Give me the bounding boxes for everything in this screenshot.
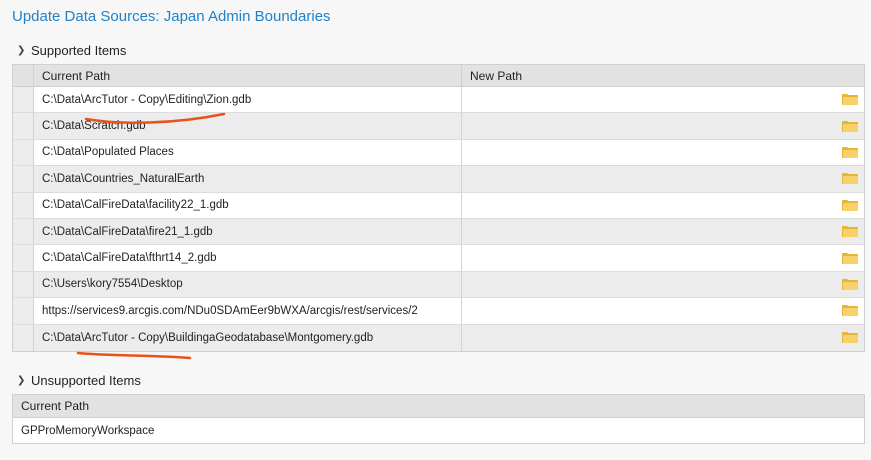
current-path-cell: C:\Data\Populated Places [34,139,462,166]
unsupported-table-header: Current Path [13,395,864,418]
current-path-cell: C:\Data\CalFireData\fthrt14_2.gdb [34,245,462,271]
table-row[interactable]: https://services9.arcgis.com/NDu0SDAmEer… [13,298,864,325]
row-selector[interactable] [13,113,34,139]
supported-items-header[interactable]: ❯ Supported Items [17,43,126,58]
row-selector[interactable] [13,166,34,192]
folder-icon[interactable] [842,146,858,158]
new-path-cell[interactable] [462,140,864,165]
folder-icon[interactable] [842,332,858,344]
folder-icon[interactable] [842,120,858,132]
current-path-cell: C:\Data\ArcTutor - Copy\Editing\Zion.gdb [34,87,462,113]
supported-rows: C:\Data\ArcTutor - Copy\Editing\Zion.gdb… [13,87,864,351]
annotation-underline [76,351,192,360]
current-path-cell: https://services9.arcgis.com/NDu0SDAmEer… [34,298,462,324]
row-selector[interactable] [13,218,34,245]
current-path-cell: C:\Data\Scratch.gdb [34,113,462,139]
current-path-cell: C:\Data\ArcTutor - Copy\BuildingaGeodata… [34,324,462,351]
dialog-title: Update Data Sources: Japan Admin Boundar… [12,8,331,25]
column-current-path[interactable]: Current Path [34,65,462,86]
folder-icon[interactable] [842,305,858,317]
table-row[interactable]: GPProMemoryWorkspace [13,418,864,443]
new-path-cell[interactable] [462,272,864,297]
unsupported-items-label: Unsupported Items [31,373,141,388]
supported-items-table: Current Path New Path C:\Data\ArcTutor -… [12,64,865,352]
header-selector [13,65,34,86]
new-path-cell[interactable] [462,87,864,113]
new-path-cell[interactable] [462,219,864,244]
new-path-cell[interactable] [462,325,864,351]
row-selector[interactable] [13,87,34,113]
row-selector[interactable] [13,298,34,324]
new-path-cell[interactable] [462,113,864,138]
unsupported-items-table: Current Path GPProMemoryWorkspace [12,394,865,444]
column-new-path[interactable]: New Path [462,65,864,86]
folder-icon[interactable] [842,94,858,106]
row-selector[interactable] [13,192,34,218]
table-row[interactable]: C:\Data\Scratch.gdb [13,113,864,140]
current-path-cell: C:\Data\CalFireData\fire21_1.gdb [34,218,462,245]
folder-icon[interactable] [842,278,858,290]
table-row[interactable]: C:\Data\Countries_NaturalEarth [13,166,864,193]
unsupported-items-header[interactable]: ❯ Unsupported Items [17,373,141,388]
row-selector[interactable] [13,324,34,351]
current-path-cell: C:\Data\CalFireData\facility22_1.gdb [34,192,462,218]
chevron-down-icon[interactable]: ❯ [17,375,27,386]
new-path-cell[interactable] [462,245,864,270]
folder-icon[interactable] [842,199,858,211]
row-selector[interactable] [13,271,34,298]
table-row[interactable]: C:\Users\kory7554\Desktop [13,271,864,299]
table-row[interactable]: C:\Data\CalFireData\fthrt14_2.gdb [13,245,864,272]
new-path-cell[interactable] [462,298,864,323]
new-path-cell[interactable] [462,166,864,191]
current-path-cell: C:\Users\kory7554\Desktop [34,271,462,298]
table-row[interactable]: C:\Data\ArcTutor - Copy\BuildingaGeodata… [13,324,864,351]
table-row[interactable]: C:\Data\Populated Places [13,139,864,167]
column-current-path[interactable]: Current Path [13,395,864,417]
supported-table-header: Current Path New Path [13,65,864,87]
table-row[interactable]: C:\Data\CalFireData\fire21_1.gdb [13,218,864,246]
current-path-cell: GPProMemoryWorkspace [21,424,155,437]
row-selector[interactable] [13,139,34,166]
chevron-down-icon[interactable]: ❯ [17,45,27,56]
table-row[interactable]: C:\Data\ArcTutor - Copy\Editing\Zion.gdb [13,87,864,114]
supported-items-label: Supported Items [31,43,127,58]
current-path-cell: C:\Data\Countries_NaturalEarth [34,166,462,192]
folder-icon[interactable] [842,173,858,185]
folder-icon[interactable] [842,226,858,238]
row-selector[interactable] [13,245,34,271]
new-path-cell[interactable] [462,193,864,218]
folder-icon[interactable] [842,252,858,264]
table-row[interactable]: C:\Data\CalFireData\facility22_1.gdb [13,192,864,219]
